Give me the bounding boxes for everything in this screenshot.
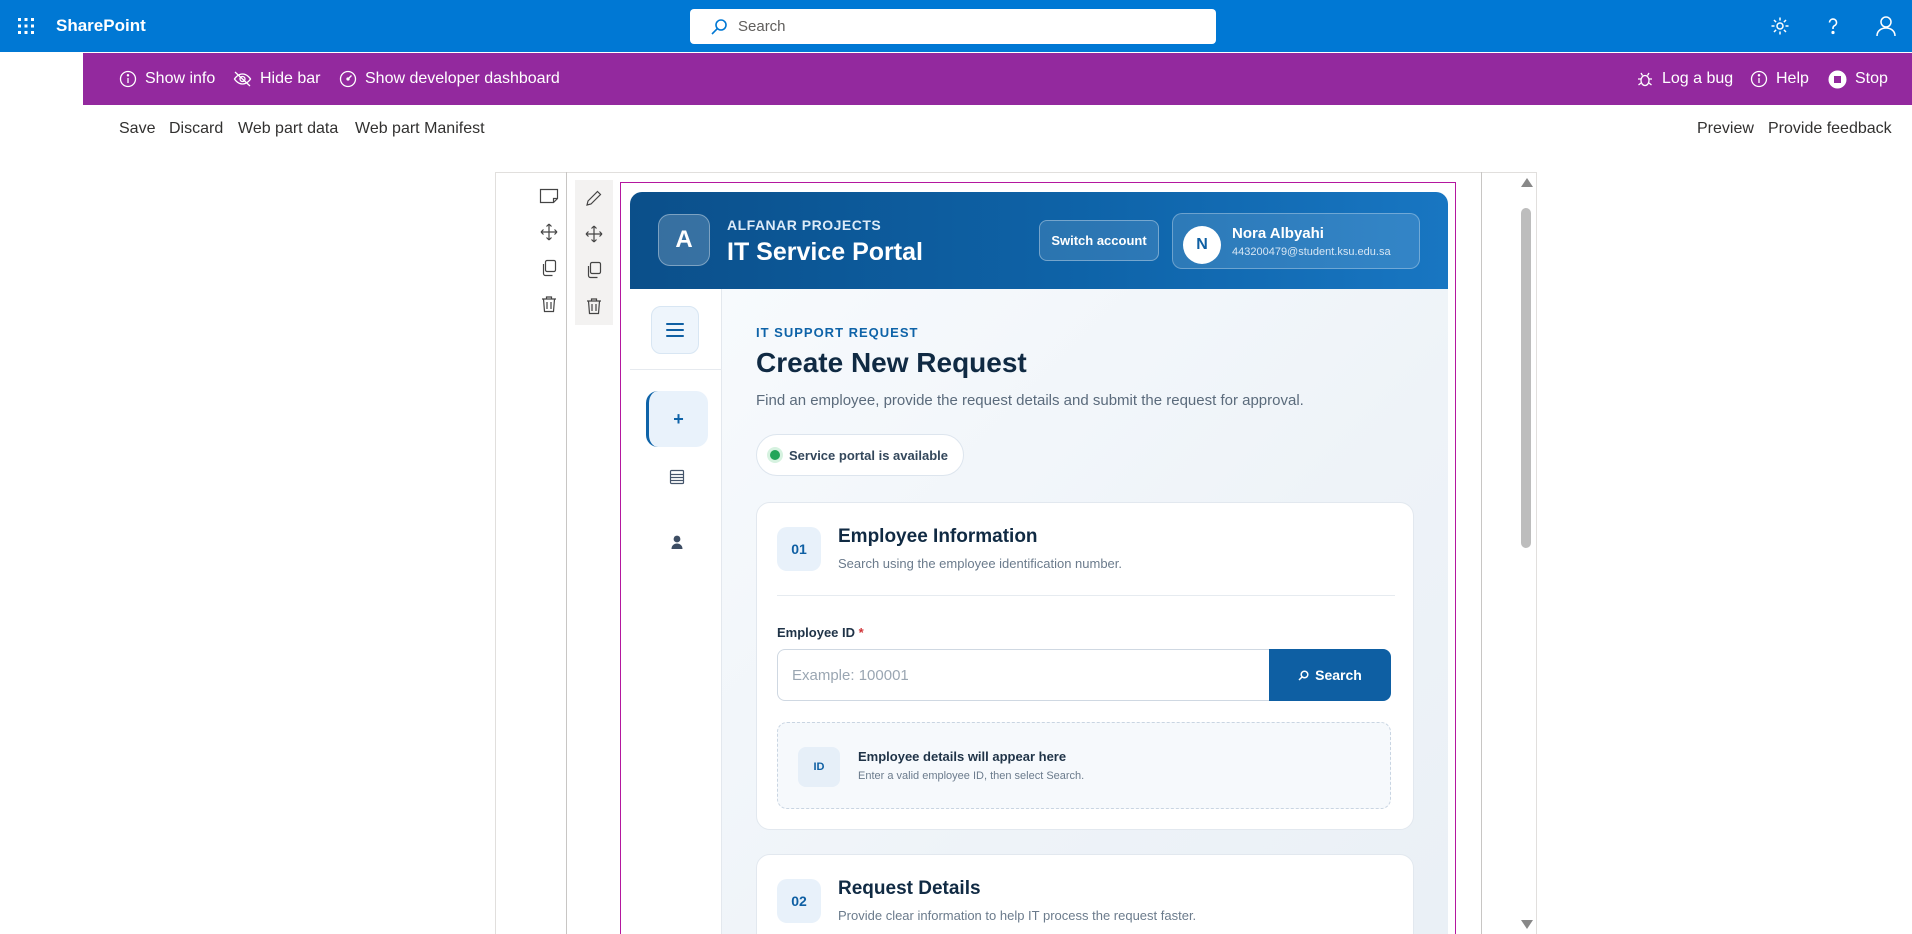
status-dot-icon <box>770 450 780 460</box>
id-badge: ID <box>798 747 840 787</box>
portal-sidebar: + <box>630 289 722 934</box>
settings-icon[interactable] <box>1753 0 1806 52</box>
info-icon <box>119 70 137 88</box>
card-subtitle: Provide clear information to help IT pro… <box>838 908 1197 923</box>
stop-button[interactable]: Stop <box>1828 53 1888 105</box>
page-title: Create New Request <box>756 347 1027 378</box>
portal-header: A ALFANAR PROJECTS IT Service Portal Swi… <box>630 192 1448 289</box>
portal-logo: A <box>658 214 710 266</box>
hide-icon <box>233 70 252 88</box>
portal-title: IT Service Portal <box>727 238 923 266</box>
org-name: ALFANAR PROJECTS <box>727 217 882 233</box>
page-eyebrow: IT SUPPORT REQUEST <box>756 325 919 340</box>
search-box[interactable]: Search <box>690 9 1216 44</box>
webpart-data-button[interactable]: Web part data <box>238 120 338 138</box>
hide-bar-label: Hide bar <box>260 70 321 87</box>
section-divider <box>1481 172 1482 934</box>
user-name: Nora Albyahi <box>1232 225 1324 242</box>
sidebar-item-new-request[interactable]: + <box>646 391 708 447</box>
page-description: Find an employee, provide the request de… <box>756 392 1304 409</box>
gauge-icon <box>339 70 357 88</box>
sidebar-divider <box>630 369 722 370</box>
section-divider <box>566 172 567 934</box>
search-button-label: Search <box>1315 667 1362 683</box>
webpart-toolbar <box>575 180 613 325</box>
step-number: 01 <box>777 527 821 571</box>
employee-details-placeholder: ID Employee details will appear here Ent… <box>777 722 1391 809</box>
card-subtitle: Search using the employee identification… <box>838 556 1123 571</box>
employee-id-label-text: Employee ID <box>777 625 856 640</box>
stop-label: Stop <box>1855 70 1888 87</box>
edit-section-icon[interactable] <box>535 178 563 214</box>
delete-icon[interactable] <box>535 286 563 322</box>
help-button[interactable]: Help <box>1750 53 1809 105</box>
user-email: 443200479@student.ksu.edu.sa <box>1232 246 1391 258</box>
log-bug-button[interactable]: Log a bug <box>1636 53 1733 105</box>
duplicate-icon[interactable] <box>535 250 563 286</box>
move-icon[interactable] <box>575 216 613 252</box>
log-bug-label: Log a bug <box>1662 70 1734 87</box>
pencil-icon[interactable] <box>575 180 613 216</box>
placeholder-subtitle: Enter a valid employee ID, then select S… <box>858 770 1085 782</box>
section-toolbar <box>535 178 563 322</box>
list-icon <box>669 469 685 485</box>
info-icon <box>1750 70 1768 88</box>
placeholder-title: Employee details will appear here <box>858 749 1067 764</box>
employee-info-card: 01 Employee Information Search using the… <box>756 502 1414 830</box>
user-card: N Nora Albyahi 443200479@student.ksu.edu… <box>1172 213 1420 269</box>
duplicate-icon[interactable] <box>575 252 613 288</box>
dev-dashboard-label: Show developer dashboard <box>365 70 560 87</box>
it-service-portal: A ALFANAR PROJECTS IT Service Portal Swi… <box>630 192 1448 934</box>
move-icon[interactable] <box>535 214 563 250</box>
search-icon <box>1298 669 1309 681</box>
dev-dashboard-button[interactable]: Show developer dashboard <box>339 53 560 105</box>
stop-icon <box>1828 70 1847 89</box>
search-icon <box>710 18 728 36</box>
status-badge: Service portal is available <box>756 434 964 476</box>
scroll-up-icon[interactable] <box>1521 178 1533 187</box>
sidebar-item-profile[interactable] <box>646 522 708 562</box>
command-bar: Save Discard Web part data Web part Mani… <box>0 112 1912 146</box>
employee-id-input[interactable]: Example: 100001 <box>777 649 1269 701</box>
employee-id-label: Employee ID * <box>777 625 864 640</box>
menu-icon[interactable] <box>651 306 699 354</box>
webpart-manifest-button[interactable]: Web part Manifest <box>355 120 485 138</box>
sidebar-item-requests[interactable] <box>646 457 708 497</box>
suite-bar: SharePoint Search <box>0 0 1912 52</box>
card-divider <box>777 595 1395 596</box>
show-info-label: Show info <box>145 70 216 87</box>
help-icon[interactable] <box>1806 0 1859 52</box>
card-title: Employee Information <box>838 526 1038 547</box>
delete-icon[interactable] <box>575 288 613 324</box>
card-title: Request Details <box>838 878 981 899</box>
step-number: 02 <box>777 879 821 923</box>
brand-link[interactable]: SharePoint <box>56 0 146 52</box>
help-label: Help <box>1776 70 1809 87</box>
request-details-card: 02 Request Details Provide clear informa… <box>756 854 1414 934</box>
switch-account-button[interactable]: Switch account <box>1039 220 1159 261</box>
employee-search-button[interactable]: Search <box>1269 649 1391 701</box>
discard-button[interactable]: Discard <box>169 120 223 138</box>
person-icon <box>669 534 685 550</box>
account-icon[interactable] <box>1859 0 1912 52</box>
portal-main: IT SUPPORT REQUEST Create New Request Fi… <box>722 289 1448 934</box>
avatar: N <box>1183 226 1221 264</box>
show-info-button[interactable]: Show info <box>119 53 215 105</box>
save-button[interactable]: Save <box>119 120 155 138</box>
preview-button[interactable]: Preview <box>1697 120 1754 138</box>
feedback-button[interactable]: Provide feedback <box>1768 120 1892 138</box>
scroll-down-icon[interactable] <box>1521 920 1533 929</box>
scroll-thumb[interactable] <box>1521 208 1531 548</box>
status-text: Service portal is available <box>789 447 948 463</box>
hide-bar-button[interactable]: Hide bar <box>233 53 320 105</box>
app-launcher-icon[interactable] <box>8 8 44 44</box>
workbench-bar: Show info Hide bar Show developer dashbo… <box>83 53 1912 105</box>
search-placeholder: Search <box>738 18 786 35</box>
canvas-scrollbar[interactable] <box>1516 172 1537 934</box>
bug-icon <box>1636 70 1654 88</box>
required-mark: * <box>858 625 864 640</box>
